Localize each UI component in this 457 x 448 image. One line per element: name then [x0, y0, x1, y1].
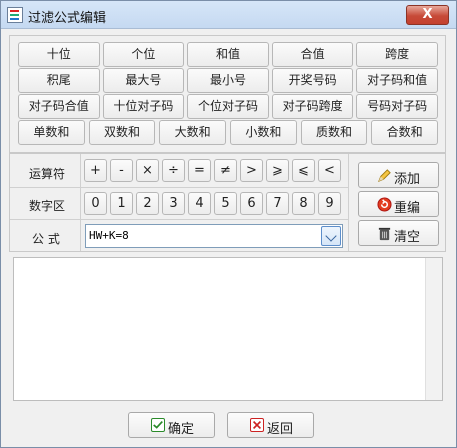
quick-button[interactable]: 合数和 — [371, 120, 438, 145]
digit-button[interactable]: 6 — [240, 192, 263, 215]
quick-button[interactable]: 单数和 — [18, 120, 85, 145]
confirm-label: 确定 — [168, 422, 195, 437]
quick-button[interactable]: 最小号 — [187, 68, 269, 93]
digits-label: 数字区 — [29, 199, 66, 213]
operator-button[interactable]: ≠ — [214, 159, 237, 182]
quick-button[interactable]: 跨度 — [356, 42, 438, 67]
quick-button[interactable]: 开奖号码 — [271, 68, 354, 93]
reset-label: 重编 — [394, 201, 421, 216]
actions-divider — [348, 154, 349, 251]
quick-button[interactable]: 合值 — [271, 42, 354, 67]
operator-button[interactable]: ⩾ — [266, 159, 289, 182]
quick-button[interactable]: 个位 — [102, 42, 185, 67]
quick-button[interactable]: 大数和 — [159, 120, 226, 145]
operator-button[interactable]: = — [188, 159, 211, 182]
quick-button[interactable]: 积尾 — [18, 68, 100, 93]
quick-button[interactable]: 十位 — [18, 42, 100, 67]
clear-button[interactable]: 清空 — [358, 220, 439, 246]
operator-button[interactable]: + — [84, 159, 107, 182]
reset-button[interactable]: 重编 — [358, 191, 439, 217]
label-divider — [80, 154, 81, 251]
digit-button[interactable]: 3 — [162, 192, 185, 215]
formula-editor-window: 过滤公式编辑 X 十位 个位 和值 合值 跨度积尾 最大号 最小号 开奖号码 对子码和值对子码合… — [0, 0, 457, 448]
close-icon — [250, 418, 264, 432]
quick-button[interactable]: 号码对子码 — [356, 94, 438, 119]
operators-label: 运算符 — [29, 167, 66, 181]
digit-button[interactable]: 7 — [266, 192, 289, 215]
formula-combobox[interactable]: HW+K=8 — [85, 224, 343, 248]
chevron-down-icon[interactable] — [321, 226, 341, 246]
quick-button[interactable]: 最大号 — [102, 68, 185, 93]
add-label: 添加 — [394, 172, 421, 187]
window-title: 过滤公式编辑 — [28, 11, 107, 26]
row-divider-2 — [10, 219, 348, 220]
vertical-scrollbar[interactable] — [425, 258, 442, 400]
back-button[interactable]: 返回 — [227, 412, 314, 438]
formula-value[interactable]: HW+K=8 — [89, 229, 129, 242]
add-button[interactable]: 添加 — [358, 162, 439, 188]
digit-button[interactable]: 4 — [188, 192, 211, 215]
clear-label: 清空 — [394, 230, 421, 245]
operator-button[interactable]: ⩽ — [292, 159, 315, 182]
quick-button[interactable]: 对子码跨度 — [271, 94, 354, 119]
quick-button[interactable]: 和值 — [187, 42, 269, 67]
back-label: 返回 — [267, 422, 294, 437]
operator-button[interactable]: ÷ — [162, 159, 185, 182]
check-icon — [151, 418, 165, 432]
trash-icon — [378, 227, 391, 241]
digit-button[interactable]: 9 — [318, 192, 341, 215]
digit-button[interactable]: 5 — [214, 192, 237, 215]
quick-button[interactable]: 对子码和值 — [356, 68, 438, 93]
formula-list-area[interactable] — [13, 257, 443, 401]
operator-button[interactable]: < — [318, 159, 341, 182]
row-divider-1 — [10, 187, 348, 188]
quick-button[interactable]: 质数和 — [300, 120, 368, 145]
quick-button[interactable]: 小数和 — [230, 120, 297, 145]
quick-button[interactable]: 对子码合值 — [18, 94, 100, 119]
digit-button[interactable]: 1 — [110, 192, 133, 215]
confirm-button[interactable]: 确定 — [128, 412, 215, 438]
refresh-icon — [377, 197, 392, 212]
quick-button[interactable]: 十位对子码 — [102, 94, 185, 119]
pencil-icon — [378, 169, 391, 182]
formula-label: 公 式 — [32, 232, 60, 246]
app-icon — [7, 7, 23, 23]
digit-button[interactable]: 0 — [84, 192, 107, 215]
operator-button[interactable]: × — [136, 159, 159, 182]
quick-button[interactable]: 双数和 — [88, 120, 156, 145]
quick-button[interactable]: 个位对子码 — [187, 94, 269, 119]
title-bar[interactable]: 过滤公式编辑 X — [1, 1, 456, 29]
digit-button[interactable]: 2 — [136, 192, 159, 215]
operator-button[interactable]: > — [240, 159, 263, 182]
operator-button[interactable]: - — [110, 159, 133, 182]
close-button[interactable]: X — [406, 5, 449, 25]
digit-button[interactable]: 8 — [292, 192, 315, 215]
